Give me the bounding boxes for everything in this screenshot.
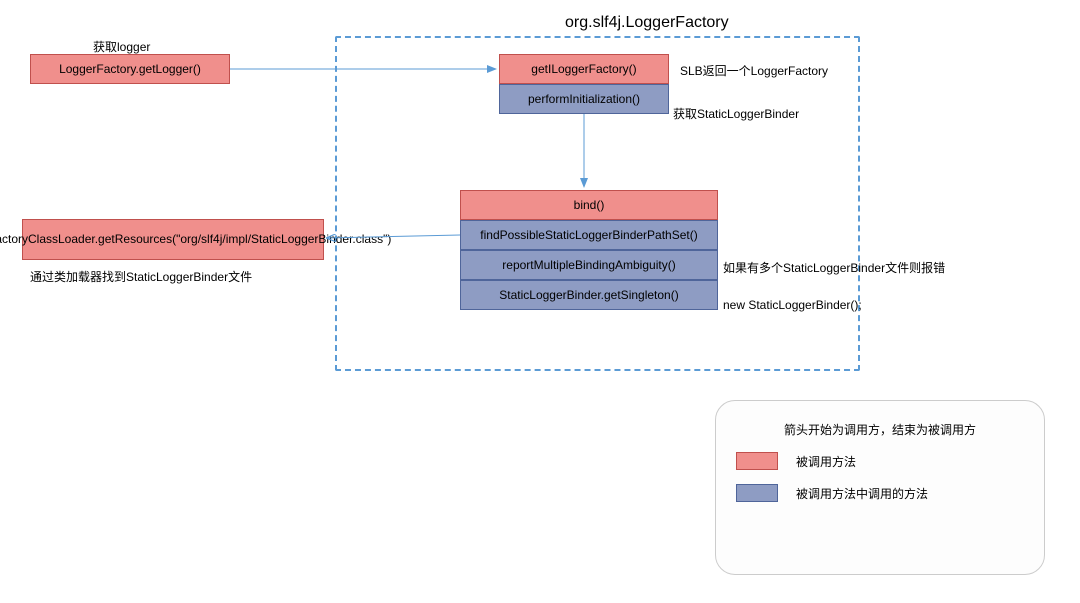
block2-sub2-label: reportMultipleBindingAmbiguity() bbox=[502, 258, 675, 272]
legend-title: 箭头开始为调用方，结束为被调用方 bbox=[736, 421, 1024, 438]
entry-box: LoggerFactory.getLogger() bbox=[30, 54, 230, 84]
legend-row-1: 被调用方法 bbox=[736, 452, 1024, 470]
block2-sub3: StaticLoggerBinder.getSingleton() bbox=[460, 280, 718, 310]
outcall-caption: 通过类加载器找到StaticLoggerBinder文件 bbox=[30, 268, 252, 285]
block2-sub3-note: new StaticLoggerBinder(); bbox=[723, 298, 862, 312]
outcall-label: loggerFactoryClassLoader.getResources("o… bbox=[0, 232, 391, 248]
block1-top-label: getILoggerFactory() bbox=[531, 62, 636, 76]
block1-top-note: SLB返回一个LoggerFactory bbox=[680, 62, 828, 79]
block2-top-label: bind() bbox=[574, 198, 605, 212]
entry-label: LoggerFactory.getLogger() bbox=[59, 62, 201, 76]
entry-caption: 获取logger bbox=[93, 38, 150, 55]
outcall-box: loggerFactoryClassLoader.getResources("o… bbox=[22, 219, 324, 260]
block2-sub1-label: findPossibleStaticLoggerBinderPathSet() bbox=[480, 228, 697, 242]
block1-top: getILoggerFactory() bbox=[499, 54, 669, 84]
block1-sub-note: 获取StaticLoggerBinder bbox=[673, 105, 799, 122]
block2-sub3-label: StaticLoggerBinder.getSingleton() bbox=[499, 288, 678, 302]
block1-sub-label: performInitialization() bbox=[528, 92, 640, 106]
legend-swatch-blue bbox=[736, 484, 778, 502]
legend-panel: 箭头开始为调用方，结束为被调用方 被调用方法 被调用方法中调用的方法 bbox=[715, 400, 1045, 575]
block2-top: bind() bbox=[460, 190, 718, 220]
container-title: org.slf4j.LoggerFactory bbox=[565, 14, 729, 32]
legend-row2-label: 被调用方法中调用的方法 bbox=[796, 485, 928, 502]
legend-swatch-pink bbox=[736, 452, 778, 470]
legend-row1-label: 被调用方法 bbox=[796, 453, 856, 470]
block1-sub: performInitialization() bbox=[499, 84, 669, 114]
legend-row-2: 被调用方法中调用的方法 bbox=[736, 484, 1024, 502]
block2-sub2-note: 如果有多个StaticLoggerBinder文件则报错 bbox=[723, 259, 945, 276]
block2-sub1: findPossibleStaticLoggerBinderPathSet() bbox=[460, 220, 718, 250]
block2-sub2: reportMultipleBindingAmbiguity() bbox=[460, 250, 718, 280]
